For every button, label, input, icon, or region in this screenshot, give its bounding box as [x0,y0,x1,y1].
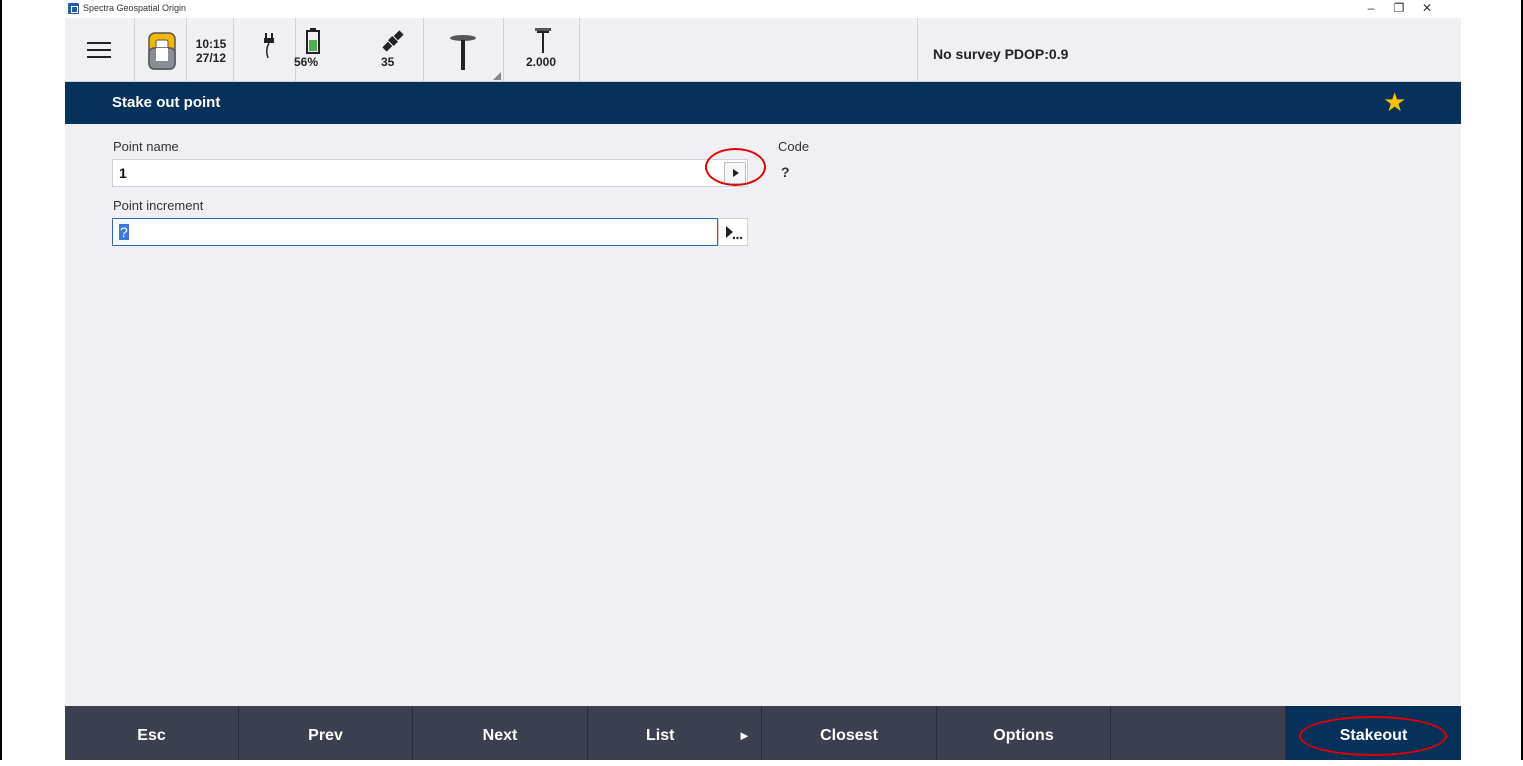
esc-button[interactable]: Esc [65,706,239,760]
receiver-button[interactable] [424,18,504,82]
next-button[interactable]: Next [413,706,588,760]
window-titlebar: Spectra Geospatial Origin – ❐ ✕ [65,0,1461,18]
minimize-button[interactable]: – [1361,1,1381,15]
list-button[interactable]: List ► [588,706,762,760]
list-arrow-icon: ► [738,728,751,743]
point-increment-input[interactable]: ? [112,218,718,246]
closest-label: Closest [820,727,878,744]
corner-indicator [493,72,501,80]
job-button[interactable] [135,18,187,82]
power-status[interactable]: 56% [234,18,320,82]
annotation-circle [705,148,766,186]
receiver-pole-icon [450,35,476,70]
restore-button[interactable]: ❐ [1389,1,1409,15]
satellite-status[interactable]: 35 [296,18,424,82]
datetime-display[interactable]: 10:15 27/12 [187,18,234,82]
rover-pole-icon [535,28,551,53]
page-header: Stake out point ★ [65,82,1461,124]
esc-label: Esc [137,727,166,744]
antenna-height-button[interactable]: 2.000 [504,18,580,82]
point-increment-value: ? [119,224,129,240]
favorite-star-icon[interactable]: ★ [1383,88,1406,116]
hamburger-icon [87,42,111,60]
status-spacer [580,18,918,82]
prev-label: Prev [308,727,343,744]
point-increment-label: Point increment [113,198,204,213]
empty-softkey [1111,706,1286,760]
survey-status-text[interactable]: No survey PDOP:0.9 [933,46,1068,62]
page-title: Stake out point [112,94,221,111]
prev-button[interactable]: Prev [239,706,413,760]
power-plug-icon [264,33,274,59]
satellite-icon [382,30,404,52]
point-name-value: 1 [119,165,127,181]
job-icon [148,32,176,70]
code-label: Code [778,139,810,154]
status-bar: 10:15 27/12 56% 35 2.000 No survey PDOP:… [65,18,1461,82]
list-label: List [646,727,675,744]
arrow-more-icon [726,226,743,240]
bottom-toolbar: Esc Prev Next List ► Closest Options Sta… [65,706,1461,760]
app-window: Spectra Geospatial Origin – ❐ ✕ 10:15 27… [65,0,1461,760]
antenna-height-value: 2.000 [526,55,557,69]
date-text: 27/12 [195,51,227,65]
menu-button[interactable] [65,18,135,82]
next-label: Next [482,727,518,744]
options-label: Options [993,727,1054,744]
time-text: 10:15 [195,37,227,51]
close-button[interactable]: ✕ [1417,1,1437,15]
satellite-count: 35 [381,55,395,69]
point-name-input[interactable]: 1 [112,159,748,187]
point-name-label: Point name [113,139,179,154]
options-button[interactable]: Options [937,706,1111,760]
closest-button[interactable]: Closest [762,706,937,760]
app-logo-icon [68,3,79,14]
stakeout-form: Point name 1 Code ? Point increment ? [65,124,1461,706]
outer-border [0,0,2,760]
annotation-circle [1299,716,1447,756]
screenshot-frame: Spectra Geospatial Origin – ❐ ✕ 10:15 27… [0,0,1523,760]
window-title: Spectra Geospatial Origin [83,3,187,13]
point-increment-options-button[interactable] [718,218,748,246]
code-value[interactable]: ? [781,164,790,180]
